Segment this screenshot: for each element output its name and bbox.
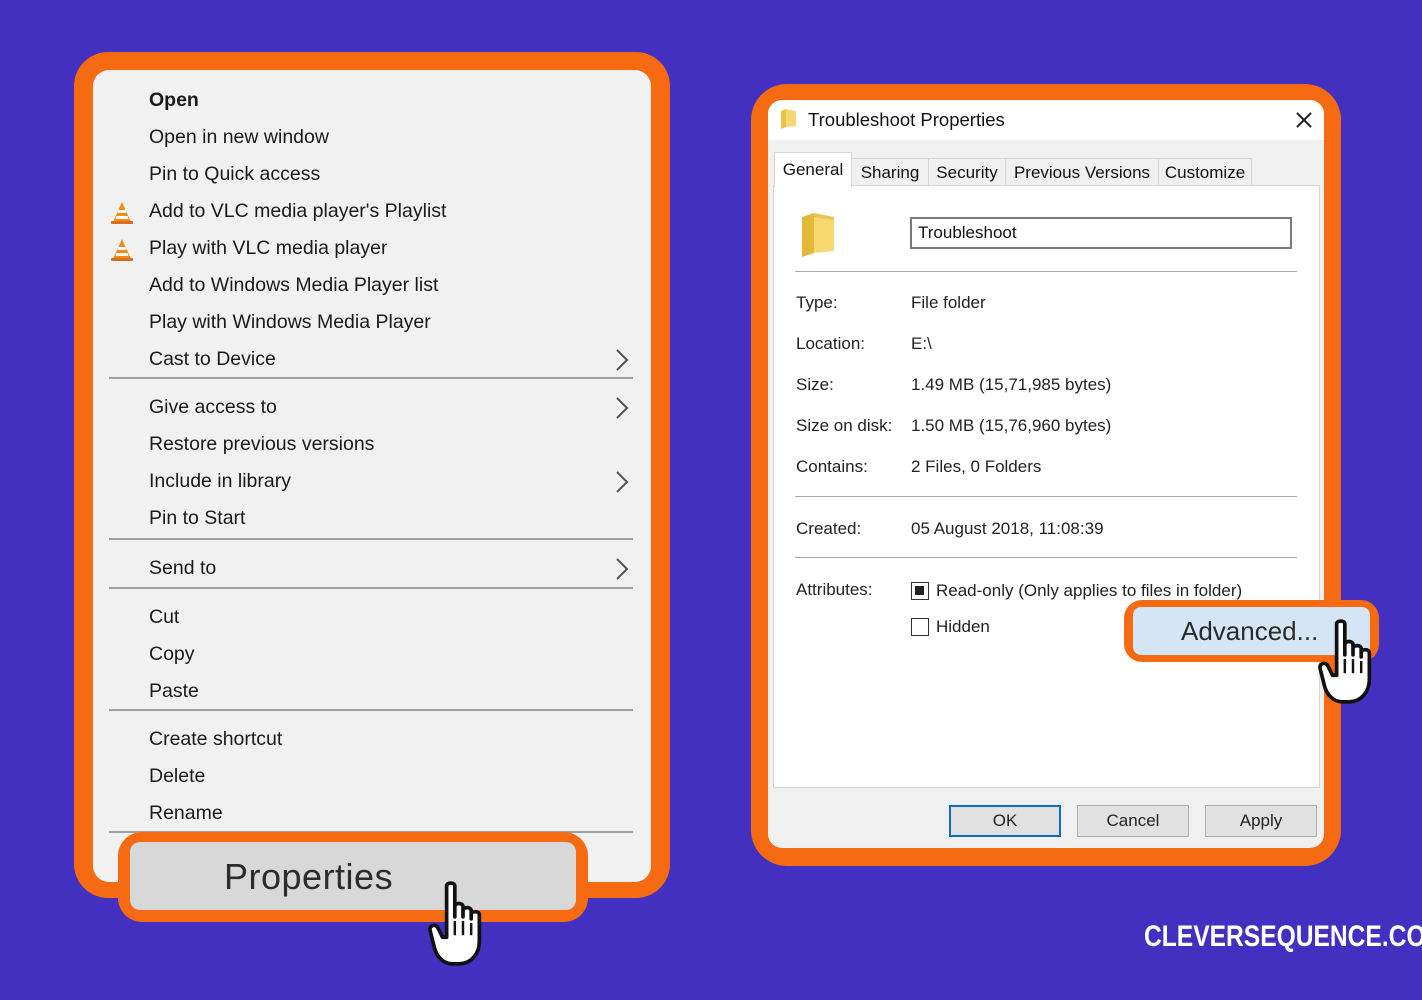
contains-value: 2 Files, 0 Folders bbox=[911, 457, 1042, 476]
chevron-right-icon bbox=[616, 397, 629, 419]
menu-item[interactable]: Paste bbox=[93, 674, 651, 710]
site-watermark: CLEVERSEQUENCE.COM bbox=[1144, 920, 1422, 953]
advanced-label: Advanced... bbox=[1181, 616, 1319, 646]
contains-label: Contains: bbox=[796, 457, 868, 476]
divider bbox=[795, 557, 1297, 558]
menu-item[interactable]: Play with VLC media player bbox=[93, 231, 651, 267]
close-icon[interactable] bbox=[1290, 106, 1318, 134]
menu-item[interactable]: Cast to Device bbox=[93, 342, 651, 378]
readonly-checkbox[interactable] bbox=[911, 582, 929, 600]
folder-icon bbox=[781, 109, 796, 129]
menu-item[interactable]: Rename bbox=[93, 796, 651, 832]
size-on-disk-value: 1.50 MB (15,76,960 bytes) bbox=[911, 416, 1112, 435]
general-tab-page: Type: File folder Location: E:\ Size: 1.… bbox=[773, 185, 1320, 788]
tab-general[interactable]: General bbox=[774, 152, 852, 187]
menu-item-label: Add to Windows Media Player list bbox=[149, 274, 439, 296]
indeterminate-mark bbox=[915, 586, 924, 595]
menu-item[interactable]: Pin to Start bbox=[93, 501, 651, 537]
large-folder-icon bbox=[802, 213, 834, 257]
menu-item-label: Restore previous versions bbox=[149, 433, 375, 455]
created-value: 05 August 2018, 11:08:39 bbox=[911, 519, 1104, 538]
dialog-title: Troubleshoot Properties bbox=[808, 109, 1005, 130]
properties-menu-item[interactable]: Properties bbox=[130, 842, 576, 910]
divider bbox=[795, 271, 1297, 272]
menu-item-label: Copy bbox=[149, 643, 195, 665]
menu-item-label: Play with Windows Media Player bbox=[149, 311, 431, 333]
tab-sharing[interactable]: Sharing bbox=[851, 158, 929, 187]
vlc-icon bbox=[111, 239, 133, 261]
menu-item[interactable]: Create shortcut bbox=[93, 722, 651, 758]
hand-cursor-icon bbox=[1318, 619, 1372, 704]
menu-item[interactable]: Delete bbox=[93, 759, 651, 795]
menu-item-label: Send to bbox=[149, 557, 217, 579]
size-on-disk-label: Size on disk: bbox=[796, 416, 893, 435]
type-value: File folder bbox=[911, 293, 986, 312]
vlc-icon bbox=[111, 202, 133, 224]
menu-item-label: Pin to Start bbox=[149, 507, 246, 529]
menu-item-label: Pin to Quick access bbox=[149, 163, 321, 185]
menu-item-label: Give access to bbox=[149, 396, 277, 418]
chevron-right-icon bbox=[616, 558, 629, 580]
hidden-checkbox[interactable] bbox=[911, 618, 929, 636]
chevron-right-icon bbox=[616, 471, 629, 493]
menu-item-label: Cast to Device bbox=[149, 348, 276, 370]
tab-previous-versions[interactable]: Previous Versions bbox=[1005, 158, 1159, 187]
menu-item-label: Add to VLC media player's Playlist bbox=[149, 200, 447, 222]
menu-item[interactable]: Add to Windows Media Player list bbox=[93, 268, 651, 304]
divider bbox=[795, 496, 1297, 497]
menu-item-label: Play with VLC media player bbox=[149, 237, 388, 259]
menu-item[interactable]: Include in library bbox=[93, 464, 651, 500]
cancel-button[interactable]: Cancel bbox=[1077, 805, 1189, 837]
dialog-titlebar[interactable]: Troubleshoot Properties bbox=[768, 100, 1324, 140]
menu-item[interactable]: Give access to bbox=[93, 390, 651, 426]
menu-item-label: Cut bbox=[149, 606, 180, 628]
hand-cursor-icon bbox=[428, 881, 482, 966]
menu-item[interactable]: Cut bbox=[93, 600, 651, 636]
menu-item[interactable]: Add to VLC media player's Playlist bbox=[93, 194, 651, 230]
menu-item[interactable]: Play with Windows Media Player bbox=[93, 305, 651, 341]
menu-item-label: Delete bbox=[149, 765, 206, 787]
folder-name-input[interactable] bbox=[910, 217, 1292, 249]
hidden-label: Hidden bbox=[936, 617, 990, 636]
menu-item[interactable]: Send to bbox=[93, 551, 651, 587]
readonly-label: Read-only (Only applies to files in fold… bbox=[936, 581, 1243, 600]
tab-customize[interactable]: Customize bbox=[1158, 158, 1252, 187]
menu-item-label: Include in library bbox=[149, 470, 291, 492]
menu-item-label: Paste bbox=[149, 680, 199, 702]
menu-item-label: Rename bbox=[149, 802, 223, 824]
menu-separator bbox=[109, 587, 633, 589]
menu-item[interactable]: Open in new window bbox=[93, 120, 651, 156]
location-label: Location: bbox=[796, 334, 865, 353]
menu-item-label: Create shortcut bbox=[149, 728, 283, 750]
menu-item[interactable]: Pin to Quick access bbox=[93, 157, 651, 193]
created-label: Created: bbox=[796, 519, 862, 538]
size-value: 1.49 MB (15,71,985 bytes) bbox=[911, 375, 1112, 394]
properties-label: Properties bbox=[224, 856, 394, 897]
menu-separator bbox=[109, 377, 633, 379]
size-label: Size: bbox=[796, 375, 834, 394]
apply-button[interactable]: Apply bbox=[1205, 805, 1317, 837]
context-menu: Open Open in new window Pin to Quick acces… bbox=[93, 70, 651, 882]
menu-item-label: Open bbox=[149, 89, 199, 111]
menu-separator bbox=[109, 538, 633, 540]
chevron-right-icon bbox=[616, 349, 629, 371]
ok-button[interactable]: OK bbox=[949, 805, 1061, 837]
menu-item-label: Open in new window bbox=[149, 126, 329, 148]
properties-dialog: Troubleshoot Properties General Sharing … bbox=[768, 100, 1324, 848]
menu-item[interactable]: Restore previous versions bbox=[93, 427, 651, 463]
type-label: Type: bbox=[796, 293, 838, 312]
menu-separator bbox=[109, 709, 633, 711]
menu-item[interactable]: Open bbox=[93, 83, 651, 119]
tab-security[interactable]: Security bbox=[928, 158, 1006, 187]
menu-item[interactable]: Copy bbox=[93, 637, 651, 673]
location-value: E:\ bbox=[911, 334, 932, 353]
attributes-label: Attributes: bbox=[796, 580, 873, 599]
